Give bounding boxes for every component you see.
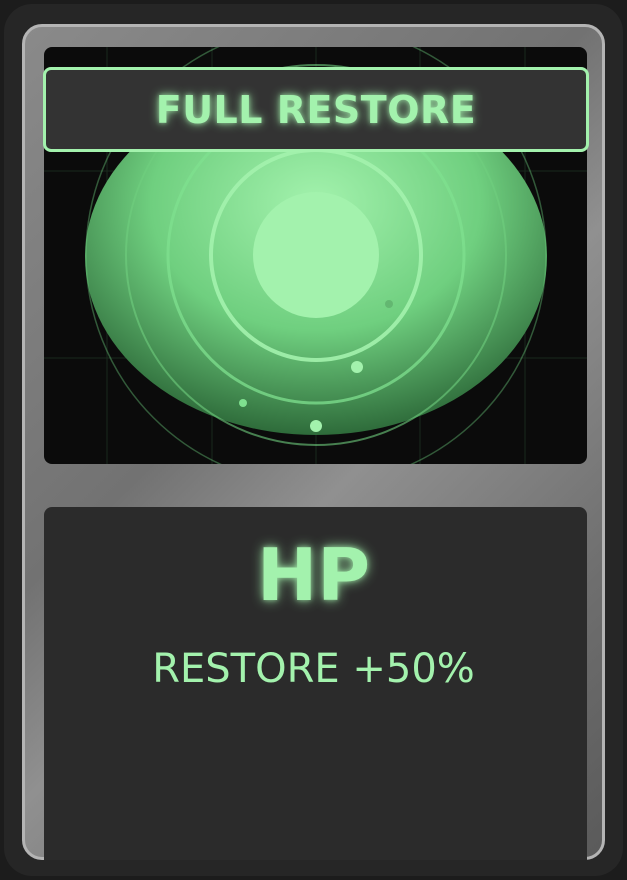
stat-name: HP	[256, 533, 371, 617]
card-title-banner: FULL RESTORE	[43, 67, 589, 152]
card-title: FULL RESTORE	[155, 87, 477, 132]
stat-effect: RESTORE +50%	[152, 646, 475, 692]
